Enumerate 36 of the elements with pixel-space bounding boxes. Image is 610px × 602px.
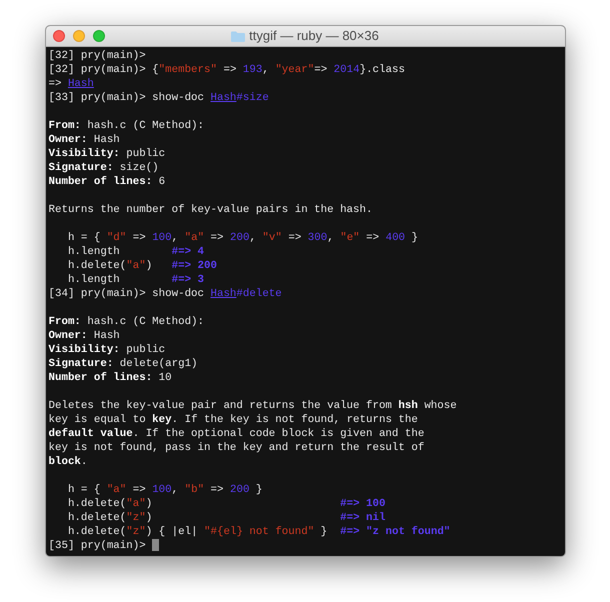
window-title: ttygif — ruby — 80×36 — [249, 27, 379, 46]
terminal-line: key is not found, pass in the key and return the result of — [48, 441, 424, 455]
cursor — [152, 539, 160, 552]
terminal-line: h.length #=> 3 — [66, 273, 204, 287]
terminal-line: Deletes the key-value pair and returns the value from hsh whose — [48, 399, 457, 413]
zoom-button[interactable] — [92, 30, 104, 42]
terminal-line: Number of lines: 6 — [48, 175, 166, 189]
terminal-line: Number of lines: 10 — [48, 371, 172, 385]
terminal-line: Visibility: public — [48, 147, 166, 161]
folder-icon — [231, 30, 246, 42]
close-button[interactable] — [52, 30, 64, 42]
terminal-line: block. — [48, 455, 88, 469]
terminal-line: From: hash.c (C Method): — [48, 119, 204, 133]
terminal-line: h.length #=> 4 — [66, 245, 204, 259]
terminal-line: Visibility: public — [48, 343, 166, 357]
terminal-line: Signature: delete(arg1) — [48, 357, 198, 371]
terminal-line: [32] pry(main)> {"members" => 193, "year"=> 2014}.class — [48, 63, 405, 77]
terminal-line: Signature: size() — [48, 161, 159, 175]
terminal-line: h.delete("z") #=> nil — [66, 511, 386, 525]
terminal-line: [33] pry(main)> show-doc Hash#size — [48, 91, 269, 105]
terminal-line: Owner: Hash — [48, 133, 120, 147]
terminal-line: h.delete("a") #=> 100 — [66, 497, 386, 511]
terminal-line: => Hash — [48, 77, 94, 91]
terminal-line: Returns the number of key-value pairs in the hash. — [48, 203, 372, 217]
terminal-line: Owner: Hash — [48, 329, 120, 343]
minimize-button[interactable] — [72, 30, 84, 42]
terminal-line: [32] pry(main)> — [48, 49, 146, 63]
terminal-line: key is equal to key. If the key is not found, returns the — [48, 413, 418, 427]
terminal-line: [34] pry(main)> show-doc Hash#delete — [48, 287, 282, 301]
terminal-line: h = { "a" => 100, "b" => 200 } — [66, 483, 262, 497]
terminal-line: h = { "d" => 100, "a" => 200, "v" => 300, "e" => 400 } — [66, 231, 418, 245]
terminal-line: h.delete("z") { |el| "#{el} not found" } #=> "z not found" — [66, 525, 450, 539]
terminal-line: From: hash.c (C Method): — [48, 315, 204, 329]
terminal-line: h.delete("a") #=> 200 — [66, 259, 217, 273]
terminal-line: default value. If the optional code block is given and the — [48, 427, 424, 441]
terminal-line: [35] pry(main)> — [48, 539, 160, 553]
